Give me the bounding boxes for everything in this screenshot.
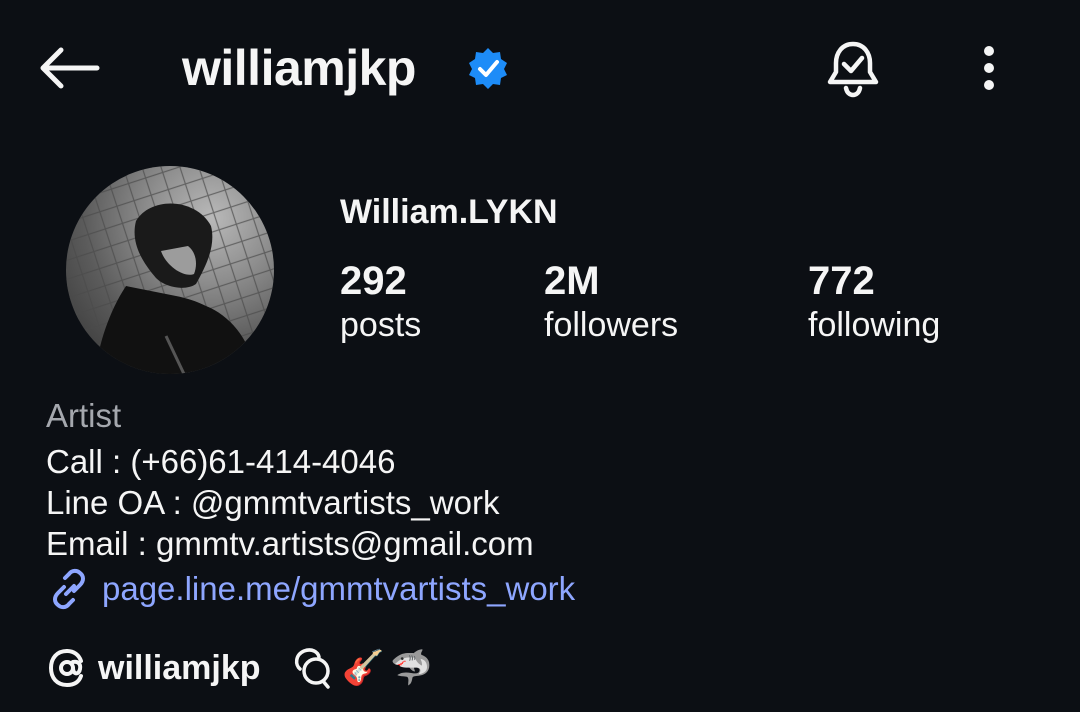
- arrow-left-icon: [40, 47, 100, 89]
- posts-count[interactable]: 292 posts: [340, 258, 421, 346]
- threads-username: williamjkp: [98, 648, 261, 687]
- threads-profile-badge[interactable]: williamjkp: [36, 638, 279, 698]
- profile-avatar[interactable]: [66, 166, 274, 374]
- bio-link[interactable]: page.line.me/gmmtvartists_work: [46, 566, 575, 612]
- back-button[interactable]: [30, 38, 106, 98]
- shark-emoji: 🦈: [390, 648, 433, 688]
- following-count-label: following: [808, 306, 941, 344]
- display-name: William.LYKN: [340, 193, 558, 231]
- avatar-image: [66, 166, 274, 374]
- profile-username: williamjkp: [182, 40, 416, 96]
- bio-link-text: page.line.me/gmmtvartists_work: [102, 570, 576, 607]
- vertical-ellipsis-icon: [984, 46, 994, 90]
- following-count-value: 772: [808, 259, 875, 303]
- bell-check-icon: [827, 41, 879, 98]
- threads-logo-icon: [48, 649, 83, 688]
- link-icon: [46, 566, 92, 612]
- bio-line-email: Email : gmmtv.artists@gmail.com: [46, 525, 534, 562]
- followers-count[interactable]: 2M followers: [544, 258, 678, 346]
- verified-badge-icon: [466, 46, 510, 90]
- following-count[interactable]: 772 following: [808, 258, 940, 346]
- profile-category: Artist: [46, 397, 122, 434]
- followers-count-label: followers: [544, 306, 679, 344]
- bio-line-line-oa: Line OA : @gmmtvartists_work: [46, 484, 500, 521]
- bio-line-phone: Call : (+66)61-414-4046: [46, 443, 396, 480]
- threads-chat-icon: [294, 648, 330, 689]
- guitar-emoji: 🎸: [342, 648, 385, 688]
- posts-count-label: posts: [340, 306, 422, 344]
- posts-count-value: 292: [340, 259, 407, 303]
- followers-count-value: 2M: [544, 259, 600, 303]
- notifications-button[interactable]: [818, 34, 888, 104]
- threads-extras: 🎸 🦈: [290, 642, 433, 694]
- more-options-button[interactable]: [966, 38, 1012, 98]
